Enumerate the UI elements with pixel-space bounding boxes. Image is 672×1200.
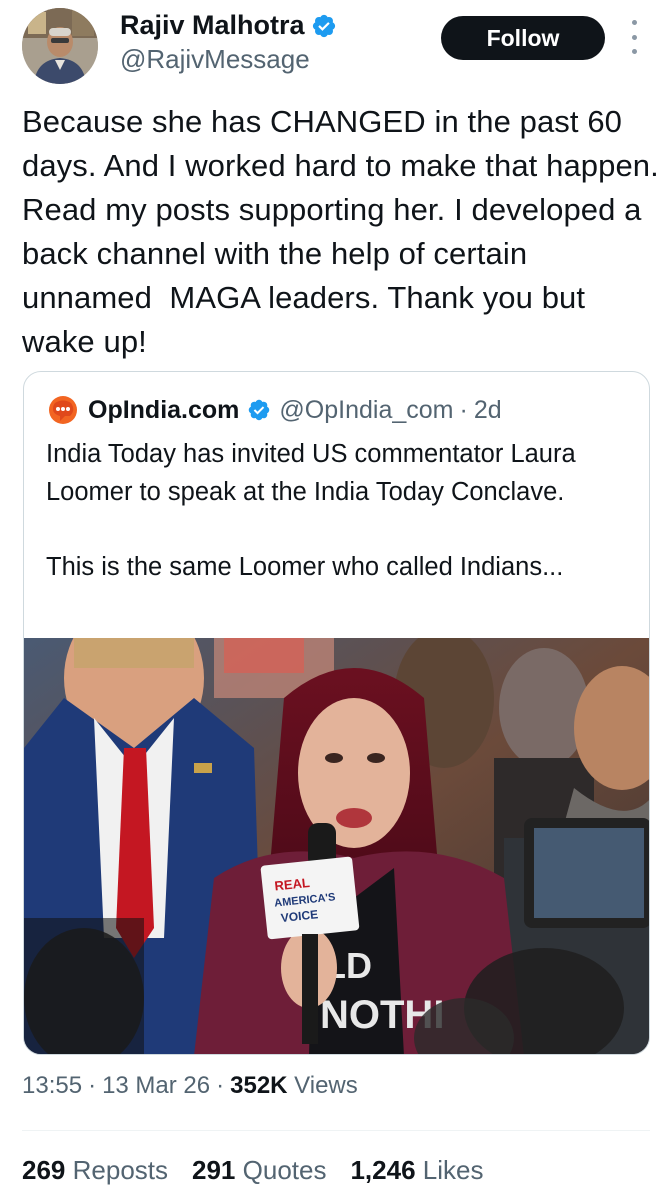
meta-separator: · <box>88 1072 97 1099</box>
verified-badge-icon <box>312 14 335 37</box>
divider <box>22 1130 650 1131</box>
tweet-meta: 13:55 · 13 Mar 26 · 352K Views <box>22 1072 358 1100</box>
reposts-count: 269 <box>22 1155 66 1185</box>
quotes-label: Quotes <box>242 1155 327 1185</box>
reposts-stat[interactable]: 269 Reposts <box>22 1155 168 1186</box>
quoted-tweet-header: OpIndia.com @OpIndia_com · 2d <box>48 394 502 426</box>
quoted-tweet-card[interactable]: OpIndia.com @OpIndia_com · 2d India Toda… <box>23 371 650 1055</box>
quoted-tweet-image[interactable]: LD NOTHI REAL AMERICA'S VOICE <box>24 638 649 1054</box>
tweet-stats: 269 Reposts 291 Quotes 1,246 Likes <box>22 1155 507 1186</box>
likes-label: Likes <box>422 1155 484 1185</box>
meta-separator: · <box>216 1072 225 1099</box>
views-label: Views <box>294 1072 358 1099</box>
quoted-tweet-text: India Today has invited US commentator L… <box>46 440 576 581</box>
quoted-verified-badge-icon <box>249 399 270 421</box>
author-name[interactable]: Rajiv Malhotra <box>120 10 305 41</box>
opindia-logo-icon <box>49 396 77 424</box>
tweet-time[interactable]: 13:55 <box>22 1072 82 1099</box>
likes-count: 1,246 <box>350 1155 416 1185</box>
reposts-label: Reposts <box>72 1155 169 1185</box>
follow-button[interactable]: Follow <box>441 16 605 60</box>
views-count: 352K <box>230 1072 288 1099</box>
quotes-count: 291 <box>192 1155 236 1185</box>
author-handle[interactable]: @RajivMessage <box>120 44 310 75</box>
quoted-timestamp[interactable]: 2d <box>474 396 502 425</box>
more-options-icon[interactable] <box>624 20 644 54</box>
author-name-row[interactable]: Rajiv Malhotra <box>120 10 337 41</box>
likes-stat[interactable]: 1,246 Likes <box>350 1155 483 1186</box>
tweet-text: Because she has CHANGED in the past 60 d… <box>22 104 668 359</box>
tweet-header: Rajiv Malhotra @RajivMessage Follow <box>0 0 672 90</box>
tweet-date[interactable]: 13 Mar 26 <box>102 1072 210 1099</box>
quoted-author-handle[interactable]: @OpIndia_com <box>279 396 453 425</box>
author-avatar[interactable] <box>22 8 98 84</box>
quoted-author-name[interactable]: OpIndia.com <box>88 396 239 425</box>
quotes-stat[interactable]: 291 Quotes <box>192 1155 326 1186</box>
quoted-separator: · <box>459 395 468 424</box>
